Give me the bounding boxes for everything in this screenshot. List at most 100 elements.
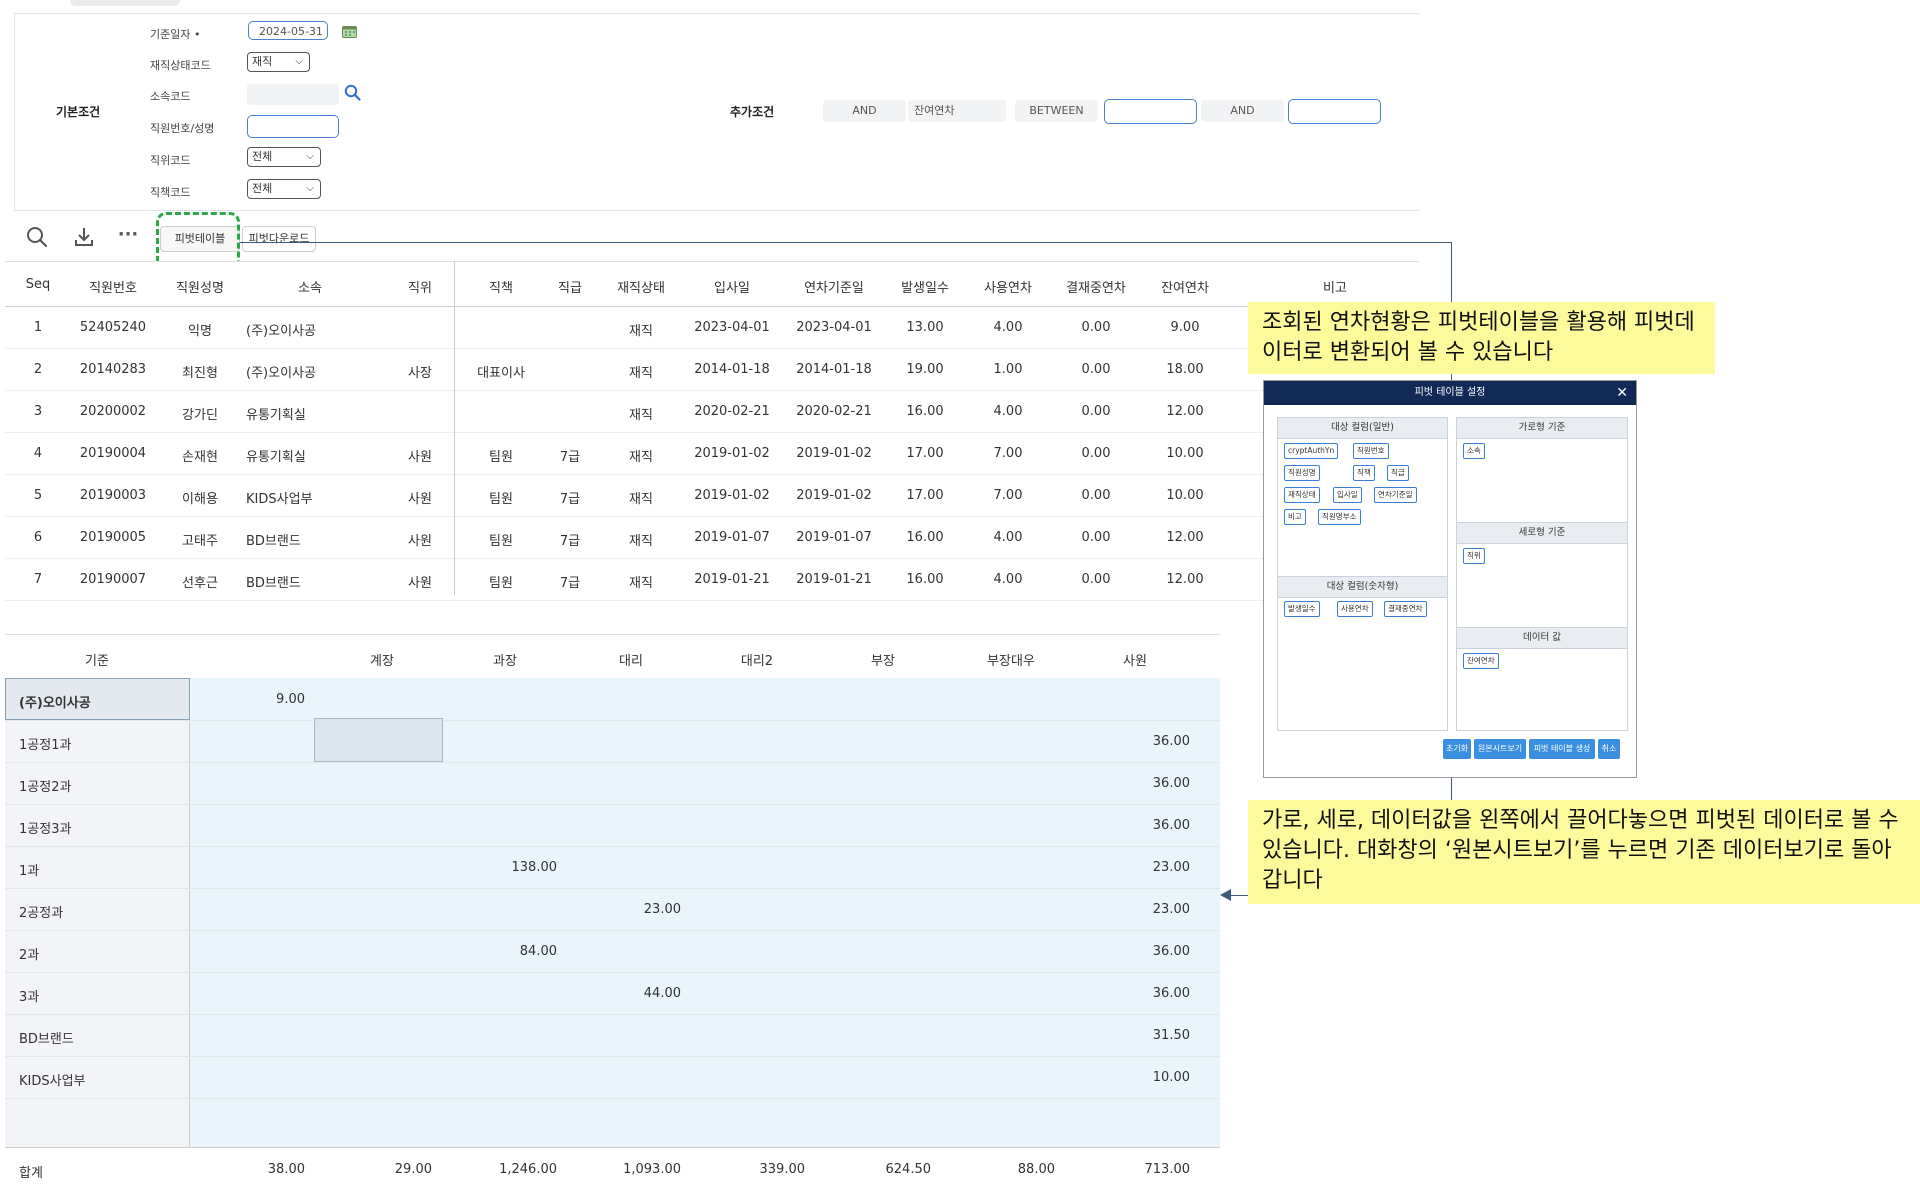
table-row[interactable]: 7 20190007 선후근 BD브랜드 사원 팀원 7급 재직 2019-01-21 2019-… [5,558,1419,601]
pivot-value-cell: 23.00 [1152,902,1190,917]
pivot-row: KIDS사업부 10.00 [5,1056,1220,1099]
search-icon[interactable] [344,84,361,101]
pivot-value-cell: 84.00 [519,944,557,959]
field-chip[interactable]: 직위 [1463,548,1485,564]
pivot-row-label[interactable]: 2과 [19,944,39,963]
pivot-column-header[interactable]: 대리 [571,650,691,669]
pivot-row-label[interactable]: BD브랜드 [19,1028,74,1047]
pivot-column-header[interactable]: 대리2 [697,650,817,669]
row-criteria-box: 가로형 기준 [1456,417,1628,523]
pivot-value-cell: 44.00 [643,986,681,1001]
range-to-input[interactable] [1288,99,1381,124]
cancel-button[interactable]: 취소 [1598,739,1620,759]
status-select-value: 재직 [252,55,273,68]
field-chip[interactable]: 직급 [1387,465,1409,481]
pivot-settings-dialog: 피벗 테이블 설정 ✕ 대상 컬럼(일반) 대상 컬럼(숫자형) 가로형 기준 … [1263,380,1637,778]
field-chip[interactable]: 직원번호 [1353,443,1389,459]
table-cell: 손재현 [182,450,218,465]
range-from-input[interactable] [1104,99,1197,124]
position-select[interactable]: 전체 ⌵ [247,147,321,167]
table-row[interactable]: 2 20140283 최진형 (주)오이사공 사장 대표이사 재직 2014-01-18 201… [5,348,1419,391]
pivot-row-label[interactable]: 1공정3과 [19,818,71,837]
field-chip[interactable]: 사용연차 [1337,601,1373,617]
pivot-row-label[interactable]: 2공정과 [19,902,63,921]
field-chip[interactable]: 소속 [1463,443,1485,459]
pivot-column-header[interactable]: 계장 [322,650,442,669]
pivot-row: 2공정과 23.00 23.00 [5,888,1220,931]
field-chip[interactable]: 직원성명 [1284,465,1320,481]
field-chip[interactable]: 결재중연차 [1384,601,1427,617]
field-chip[interactable]: 비고 [1284,509,1306,525]
field-chip[interactable]: 직원명부소 [1318,509,1361,525]
pivot-row-label[interactable]: 1공정1과 [19,734,71,753]
position-select-value: 전체 [252,150,273,163]
pivot-row-label[interactable]: 1공정2과 [19,776,71,795]
pivot-total-cell: 1,246.00 [499,1162,557,1177]
grid-header-cell[interactable]: 소속 [250,277,370,296]
top-shadow [70,0,180,6]
grid-header-cell[interactable]: 비고 [1275,277,1395,296]
grid-header-cell[interactable]: 잔여연차 [1125,277,1245,296]
dept-input[interactable] [247,84,339,105]
field-chip[interactable]: 입사일 [1333,487,1362,503]
pivot-row-label[interactable]: KIDS사업부 [19,1070,86,1089]
pivot-column-header[interactable]: 부장 [823,650,943,669]
field-chip[interactable]: 잔여연차 [1463,653,1499,669]
duty-select[interactable]: 전체 ⌵ [247,179,321,199]
extra-field-select[interactable]: 잔여연차 [908,100,1006,122]
table-row[interactable]: 1 52405240 익명 (주)오이사공 재직 2023-04-01 2023-04-01… [5,306,1419,349]
field-chip[interactable]: cryptAuthYn [1284,443,1339,459]
pivot-row-label[interactable]: (주)오이사공 [19,692,91,711]
date-input[interactable]: 2024-05-31 [248,21,328,40]
general-columns-header: 대상 컬럼(일반) [1278,418,1447,439]
emp-input[interactable] [247,115,339,138]
field-chip[interactable]: 발생일수 [1284,601,1320,617]
pivot-download-button[interactable]: 피벗다운로드 [242,226,316,252]
chevron-down-icon: ⌵ [306,151,314,162]
pivot-total-cell: 624.50 [885,1162,932,1177]
table-cell: 선후근 [182,576,218,591]
close-icon[interactable]: ✕ [1616,381,1628,405]
table-row[interactable]: 5 20190003 이해용 KIDS사업부 사원 팀원 7급 재직 2019-01-02 201… [5,474,1419,517]
dept-label: 소속코드 [150,90,191,103]
grid-header: Seq 직원번호 직원성명 소속 직위 직책 직급 재직상태 입사일 연차기준일 발생일수 사용연차 결… [5,261,1419,307]
pivot-value-cell: 23.00 [1152,860,1190,875]
table-cell: (주)오이사공 [246,324,316,339]
pivot-column-header[interactable]: 과장 [445,650,565,669]
create-pivot-button[interactable]: 피벗 테이블 생성 [1529,739,1595,759]
numeric-columns-header: 대상 컬럼(숫자형) [1278,577,1447,598]
pivot-row-label[interactable]: 3과 [19,986,39,1005]
more-icon[interactable]: ··· [114,226,142,248]
table-cell: 10.00 [1166,488,1204,503]
pivot-value-cell: 36.00 [1152,818,1190,833]
between-operator[interactable]: BETWEEN [1015,100,1098,122]
calendar-icon[interactable] [342,23,357,38]
pivot-value-cell: 36.00 [1152,986,1190,1001]
pivot-column-header[interactable]: 부장대우 [951,650,1071,669]
table-row[interactable]: 3 20200002 강가딘 유통기획실 재직 2020-02-21 2020-02-21 1… [5,390,1419,433]
pivot-corner-label: 기준 [85,654,109,669]
reset-button[interactable]: 초기화 [1443,739,1471,759]
view-original-button[interactable]: 원본시트보기 [1474,739,1526,759]
and-operator-1[interactable]: AND [823,100,906,122]
pivot-row: 1과 138.00 23.00 [5,846,1220,889]
col-criteria-header: 세로형 기준 [1457,523,1627,544]
connector-line [240,242,1451,243]
field-chip[interactable]: 연차기준일 [1374,487,1417,503]
pivot-row-label[interactable]: 1과 [19,860,39,879]
field-chip[interactable]: 직책 [1353,465,1375,481]
pivot-column-header[interactable]: 사원 [1075,650,1195,669]
field-chip[interactable]: 재직상태 [1284,487,1320,503]
col-criteria-box: 세로형 기준 [1456,522,1628,628]
download-icon[interactable] [73,226,95,248]
arrow-left-icon [1220,889,1231,901]
table-row[interactable]: 4 20190004 손재현 유통기획실 사원 팀원 7급 재직 2019-01-02 2019-… [5,432,1419,475]
selected-cell[interactable] [314,718,443,762]
pivot-value-cell: 9.00 [276,692,305,707]
callout-bottom: 가로, 세로, 데이터값을 왼쪽에서 끌어다놓으면 피벗된 데이터로 볼 수 있… [1248,800,1920,904]
search-icon[interactable] [26,226,48,248]
and-operator-2[interactable]: AND [1201,100,1284,122]
table-row[interactable]: 6 20190005 고태주 BD브랜드 사원 팀원 7급 재직 2019-01-07 2019-… [5,516,1419,559]
grid-header-cell[interactable]: 직원성명 [140,277,260,296]
status-select[interactable]: 재직 ⌵ [247,52,310,72]
